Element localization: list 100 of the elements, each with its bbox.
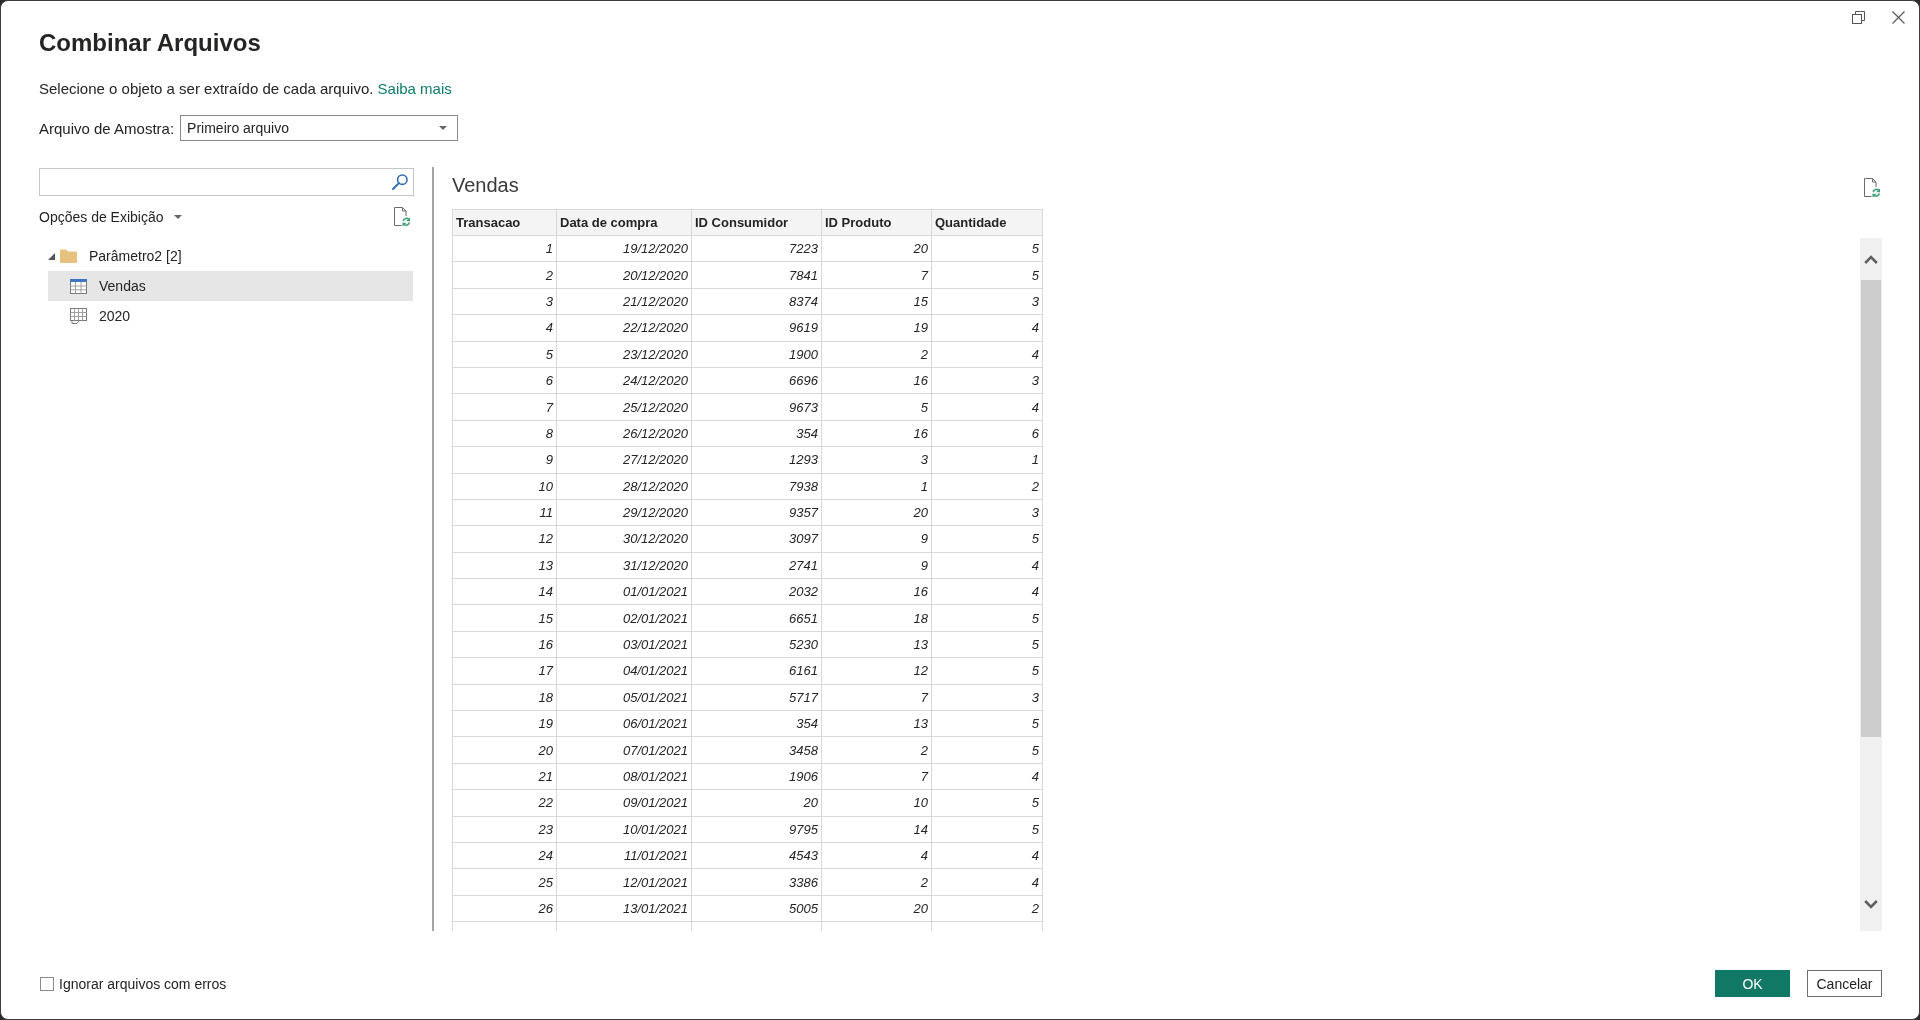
table-cell: 05/01/2021 xyxy=(557,684,692,712)
table-cell: 5230 xyxy=(692,631,822,659)
table-cell: 29/12/2020 xyxy=(557,499,692,527)
table-cell: 5 xyxy=(932,526,1043,553)
table-cell: 17 xyxy=(452,658,557,685)
table-cell: 18 xyxy=(822,605,932,632)
table-cell: 22 xyxy=(452,790,557,817)
table-cell: 354 xyxy=(692,711,822,738)
triangle-icon[interactable] xyxy=(48,252,55,260)
table-cell: 15 xyxy=(452,605,557,632)
table-cell: 8374 xyxy=(692,288,822,316)
column-header: Quantidade xyxy=(932,209,1043,236)
table-cell: 16 xyxy=(822,420,932,448)
table-cell: 1 xyxy=(452,236,557,263)
table-cell: 1906 xyxy=(692,763,822,791)
tree-item[interactable]: Parâmetro2 [2] xyxy=(48,241,413,271)
table-cell: 4 xyxy=(932,341,1043,368)
table-cell: 6651 xyxy=(692,605,822,632)
table-cell: 3386 xyxy=(692,869,822,896)
table-cell: 21 xyxy=(452,763,557,791)
table-cell: 23/12/2020 xyxy=(557,341,692,368)
table-cell: 18 xyxy=(452,684,557,712)
caret-icon xyxy=(173,215,182,219)
table-cell: 30/12/2020 xyxy=(557,526,692,553)
table-cell: 5 xyxy=(932,605,1043,632)
tree-item[interactable]: 2020 xyxy=(48,301,413,331)
table-cell: 06/01/2021 xyxy=(557,711,692,738)
table-cell: 3097 xyxy=(692,526,822,553)
tree-item[interactable]: Vendas xyxy=(48,271,413,301)
table-cell: 6 xyxy=(452,367,557,395)
dialog-title: Combinar Arquivos xyxy=(39,28,261,58)
table-cell: 11 xyxy=(452,499,557,527)
file-refresh-icon[interactable] xyxy=(393,207,410,227)
table-cell: 10/01/2021 xyxy=(557,816,692,843)
column-header: Transacao xyxy=(452,209,557,236)
search-icon[interactable] xyxy=(392,174,408,190)
display-options-dropdown[interactable]: Opções de Exibição xyxy=(39,209,182,225)
table-cell: 13 xyxy=(822,631,932,659)
table-cell: 354 xyxy=(692,420,822,448)
sample-file-dropdown[interactable]: Primeiro arquivo xyxy=(180,115,459,141)
table-cell: 2741 xyxy=(692,552,822,580)
table-cell: 09/01/2021 xyxy=(557,790,692,817)
table-cell: 2 xyxy=(822,341,932,368)
table-cell: 3 xyxy=(932,499,1043,527)
table-cell: 2 xyxy=(932,895,1043,923)
vertical-scrollbar[interactable] xyxy=(1860,238,1882,931)
table-cell: 25/12/2020 xyxy=(557,394,692,421)
table-cell: 04/01/2021 xyxy=(557,658,692,685)
table-cell: 5 xyxy=(932,790,1043,817)
table-cell: 13/01/2021 xyxy=(557,895,692,923)
chevron-up-icon[interactable] xyxy=(1864,254,1878,264)
cancel-button[interactable]: Cancelar xyxy=(1807,970,1882,997)
table-cell: 10 xyxy=(822,790,932,817)
table-cell: 5 xyxy=(932,631,1043,659)
table-cell: 9673 xyxy=(692,394,822,421)
file-refresh-icon[interactable] xyxy=(1862,178,1880,198)
table-cell: 5 xyxy=(932,816,1043,843)
table-cell: 19 xyxy=(452,711,557,738)
table-cell: 5 xyxy=(822,394,932,421)
table-cell: 5717 xyxy=(692,684,822,712)
table-cell: 7841 xyxy=(692,262,822,289)
table-cell: 13 xyxy=(452,552,557,580)
restore-icon[interactable] xyxy=(1852,11,1865,24)
table-cell: 20 xyxy=(822,499,932,527)
table-cell: 3 xyxy=(932,288,1043,316)
table-cell: 14 xyxy=(822,816,932,843)
table-cell: 7 xyxy=(452,394,557,421)
table-cell: 02/01/2021 xyxy=(557,605,692,632)
table-cell: 23 xyxy=(452,816,557,843)
table-cell: 12 xyxy=(452,526,557,553)
table-cell: 12/01/2021 xyxy=(557,869,692,896)
table-cell: 24/12/2020 xyxy=(557,367,692,395)
table-cell: 20 xyxy=(692,790,822,817)
table-cell: 4 xyxy=(932,579,1043,606)
checkbox[interactable] xyxy=(40,976,54,991)
table-cell: 2 xyxy=(452,262,557,289)
search-field[interactable] xyxy=(39,168,414,196)
caret-icon xyxy=(439,126,448,130)
learn-more-link[interactable]: Saiba mais xyxy=(377,80,452,97)
table-cell: 6 xyxy=(932,420,1043,448)
table-cell: 26 xyxy=(452,895,557,923)
table-cell: 3 xyxy=(822,447,932,474)
table-cell: 1293 xyxy=(692,447,822,474)
chevron-down-icon[interactable] xyxy=(1864,899,1878,909)
table-cell: 6161 xyxy=(692,658,822,685)
table-cell: 5 xyxy=(932,711,1043,738)
scrollbar-thumb[interactable] xyxy=(1861,280,1881,737)
table-cell: 7938 xyxy=(692,473,822,500)
table-cell: 7 xyxy=(822,262,932,289)
close-icon[interactable] xyxy=(1892,11,1905,24)
table-cell: 4 xyxy=(932,763,1043,791)
table-cell: 4 xyxy=(452,315,557,342)
table-cell: 22/12/2020 xyxy=(557,315,692,342)
table-cell: 8 xyxy=(452,420,557,448)
table-cell: 16 xyxy=(822,367,932,395)
column-header: Data de compra xyxy=(557,209,692,236)
table-cell: 9357 xyxy=(692,499,822,527)
ok-button[interactable]: OK xyxy=(1715,970,1790,997)
checkbox-label: Ignorar arquivos com erros xyxy=(59,975,227,992)
table-cell: 5 xyxy=(932,262,1043,289)
